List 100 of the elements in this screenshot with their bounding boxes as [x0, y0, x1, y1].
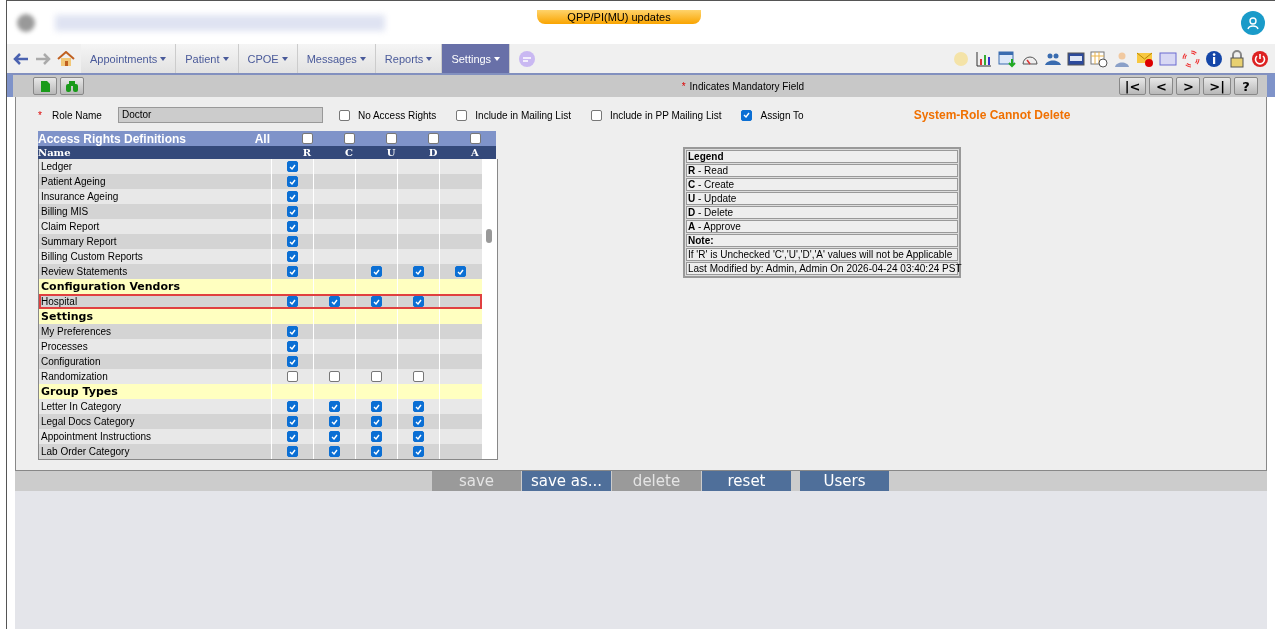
back-arrow-icon[interactable] [13, 51, 29, 66]
row-name: Summary Report [40, 236, 118, 247]
pager-button[interactable]: |< [1118, 77, 1147, 95]
checkbox[interactable] [343, 133, 355, 144]
pager-button[interactable]: >| [1203, 77, 1231, 95]
action-button[interactable]: Users [800, 471, 890, 491]
checkbox[interactable] [590, 109, 602, 121]
row-name: Lab Order Category [40, 446, 131, 457]
row-name: Legal Docs Category [40, 416, 136, 427]
legend-entry: A - Approve [686, 220, 958, 233]
option-label: No Access Rights [357, 109, 437, 121]
user-avatar-icon[interactable] [1241, 10, 1265, 35]
checkbox[interactable] [287, 206, 298, 217]
checkbox[interactable] [287, 356, 298, 367]
binoculars-button[interactable] [60, 77, 84, 95]
pager-button[interactable]: > [1176, 77, 1201, 95]
column-header: D [427, 147, 439, 158]
group-name: Group Types [40, 385, 119, 398]
row-name: Review Statements [40, 266, 129, 277]
checkbox[interactable] [455, 266, 466, 277]
checkbox[interactable] [413, 266, 424, 277]
checkbox[interactable] [287, 401, 298, 412]
column-header: R [301, 147, 313, 158]
checkbox[interactable] [371, 446, 382, 457]
checkbox[interactable] [469, 133, 481, 144]
checkbox[interactable] [329, 371, 340, 382]
row-name: Letter In Category [40, 401, 123, 412]
checkbox[interactable] [371, 431, 382, 442]
checkbox[interactable] [287, 296, 298, 307]
checkbox[interactable] [338, 109, 350, 121]
menu-tab[interactable]: Reports [375, 44, 443, 73]
new-document-button[interactable] [33, 77, 57, 95]
checkbox[interactable] [371, 401, 382, 412]
checkbox[interactable] [371, 266, 382, 277]
checkbox[interactable] [287, 191, 298, 202]
group-name: Settings [40, 310, 94, 323]
checkbox[interactable] [287, 341, 298, 352]
checkbox[interactable] [413, 416, 424, 427]
checkbox[interactable] [287, 431, 298, 442]
required-mark: * [681, 80, 686, 92]
calendar-clock-icon[interactable] [1090, 49, 1108, 68]
role-name-field[interactable]: Doctor [117, 107, 323, 123]
checkbox[interactable] [385, 133, 397, 144]
checkbox[interactable] [287, 161, 298, 172]
checkbox[interactable] [329, 431, 340, 442]
column-header: A [470, 147, 480, 158]
window-download-icon[interactable] [998, 49, 1016, 68]
pager-button[interactable]: ? [1234, 77, 1258, 95]
checkbox[interactable] [301, 133, 313, 144]
row-name: Ledger [40, 161, 74, 172]
action-button[interactable]: reset [702, 471, 792, 491]
checkbox[interactable] [287, 326, 298, 337]
checkbox[interactable] [427, 133, 439, 144]
checkbox[interactable] [329, 401, 340, 412]
lock-icon[interactable] [1228, 49, 1246, 68]
group-name: Configuration Vendors [40, 280, 182, 293]
checkbox[interactable] [741, 109, 753, 121]
checkbox[interactable] [287, 371, 298, 382]
menu-tab[interactable]: Appointments [81, 44, 177, 73]
menu-tab[interactable]: Settings [442, 44, 511, 73]
checkbox[interactable] [329, 296, 340, 307]
info-icon[interactable] [1205, 49, 1223, 68]
row-name: Insurance Ageing [40, 191, 120, 202]
option-label: Include in PP Mailing List [609, 109, 722, 121]
checkbox[interactable] [371, 296, 382, 307]
updates-banner[interactable]: QPP/PI(MU) updates [537, 10, 701, 24]
note-title: Note: [686, 234, 958, 247]
checkbox[interactable] [329, 416, 340, 427]
checkbox[interactable] [413, 431, 424, 442]
row-name: Claim Report [40, 221, 101, 232]
bar-chart-icon[interactable] [975, 49, 993, 68]
checkbox[interactable] [287, 176, 298, 187]
checkbox[interactable] [456, 109, 468, 121]
pager-button[interactable]: < [1149, 77, 1174, 95]
checkbox[interactable] [413, 371, 424, 382]
action-button[interactable]: save as... [522, 471, 612, 491]
row-name: Patient Ageing [40, 176, 107, 187]
checkbox[interactable] [413, 296, 424, 307]
checkbox[interactable] [287, 221, 298, 232]
checkbox[interactable] [287, 446, 298, 457]
checkbox[interactable] [287, 251, 298, 262]
menu-tab[interactable]: CPOE [238, 44, 298, 73]
checkbox[interactable] [371, 371, 382, 382]
checkbox[interactable] [413, 446, 424, 457]
menu-tab[interactable]: Messages [297, 44, 376, 73]
legend-entry: C - Create [686, 178, 958, 191]
home-icon[interactable] [57, 50, 75, 67]
power-icon[interactable] [1251, 49, 1269, 68]
checkbox[interactable] [371, 416, 382, 427]
grid-title: Access Rights Definitions [38, 131, 187, 146]
checkbox[interactable] [329, 446, 340, 457]
checkbox[interactable] [413, 401, 424, 412]
row-name: Randomization [40, 371, 109, 382]
checkbox[interactable] [287, 266, 298, 277]
row-name: Appointment Instructions [40, 431, 153, 442]
column-header: Name [38, 147, 72, 158]
menu-tab[interactable]: Patient [176, 44, 239, 73]
checkbox[interactable] [287, 236, 298, 247]
checkbox[interactable] [287, 416, 298, 427]
row-name: Processes [40, 341, 89, 352]
